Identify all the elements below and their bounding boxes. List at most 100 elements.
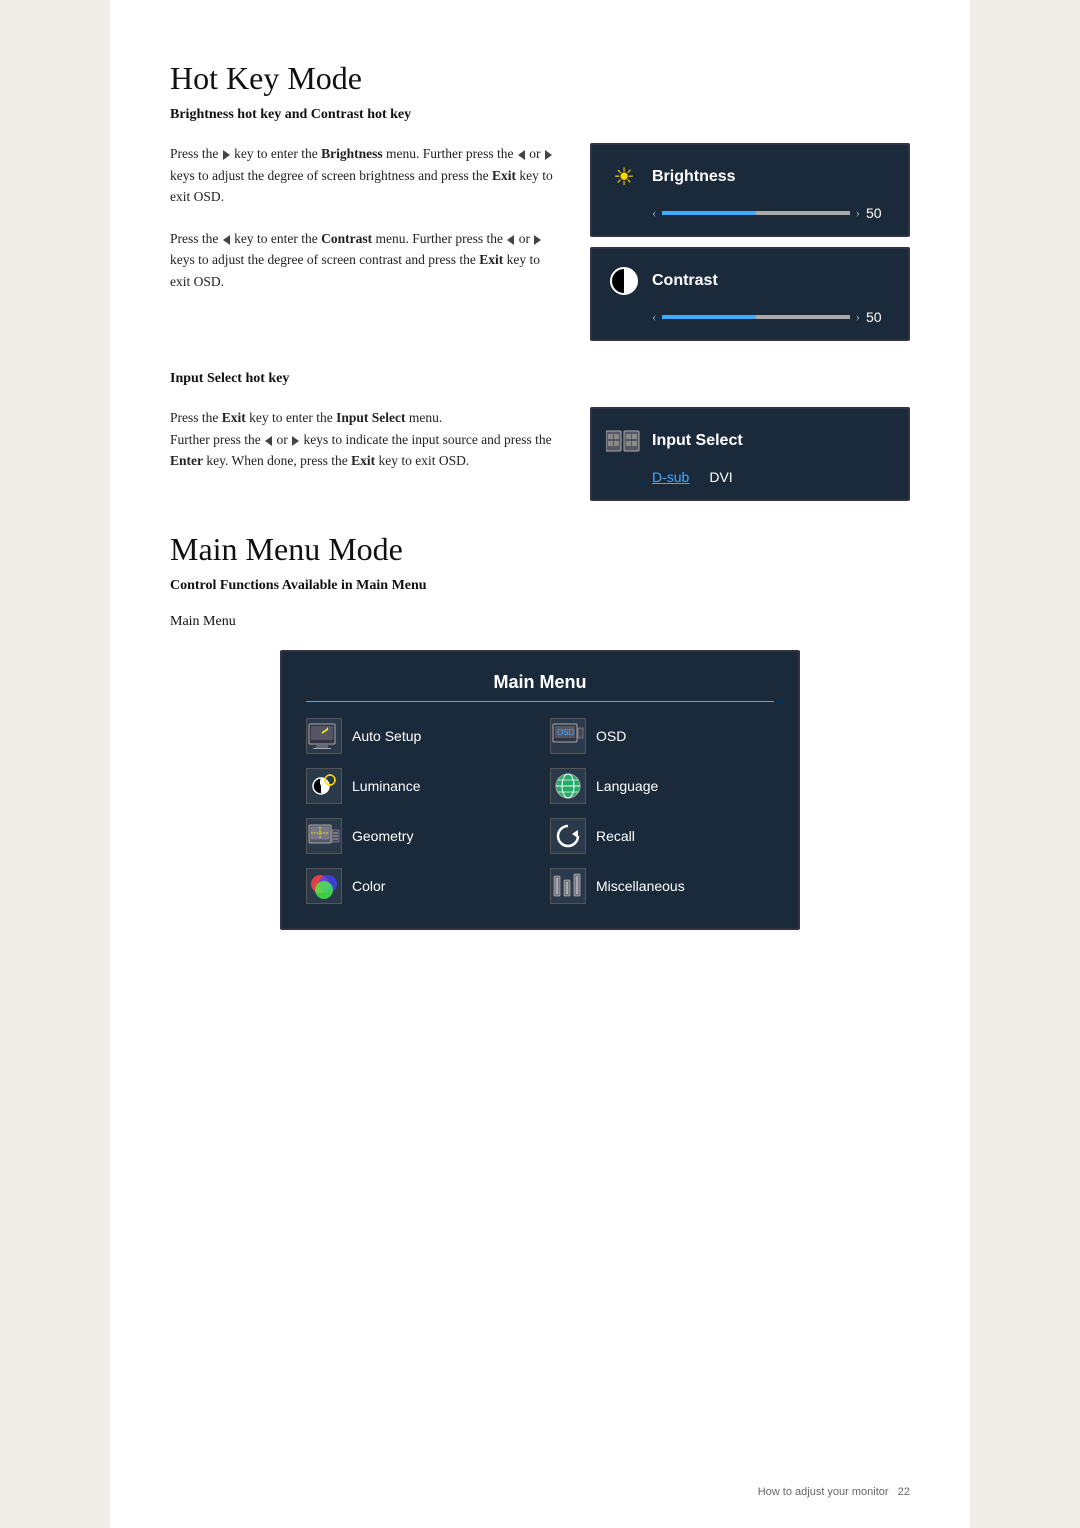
brightness-icon: ☀ bbox=[606, 159, 642, 195]
input-select-osd-header: Input Select bbox=[606, 423, 890, 459]
recall-icon bbox=[550, 818, 586, 854]
menu-item-misc: Miscellaneous bbox=[550, 868, 774, 904]
brightness-paragraph: Press the key to enter the Brightness me… bbox=[170, 143, 560, 208]
contrast-slider-track bbox=[662, 315, 849, 319]
footer-page-number: 22 bbox=[898, 1486, 910, 1498]
enter-keyword: Enter bbox=[170, 453, 203, 468]
input-select-icon bbox=[606, 423, 642, 459]
contrast-osd-header: Contrast bbox=[606, 263, 890, 299]
left-arrow-icon4 bbox=[265, 436, 272, 446]
exit-keyword4: Exit bbox=[351, 453, 375, 468]
input-connector-icon bbox=[606, 427, 642, 455]
osd-right-arrow: › bbox=[856, 205, 860, 221]
misc-icon bbox=[550, 868, 586, 904]
brightness-keyword: Brightness bbox=[321, 146, 383, 161]
section1-subtitle: Brightness hot key and Contrast hot key bbox=[170, 107, 910, 123]
main-menu-osd: Main Menu Auto Setup bbox=[280, 650, 800, 930]
section1-title: Hot Key Mode bbox=[170, 60, 910, 97]
geometry-svg bbox=[308, 822, 340, 850]
auto-setup-svg bbox=[308, 722, 340, 750]
page-content: Hot Key Mode Brightness hot key and Cont… bbox=[110, 0, 970, 1528]
input-select-text: Press the Exit key to enter the Input Se… bbox=[170, 407, 560, 501]
brightness-contrast-osd: ☀ Brightness ‹ › 50 bbox=[590, 143, 910, 341]
osd-svg: OSD bbox=[552, 722, 584, 750]
exit-keyword2: Exit bbox=[479, 252, 503, 267]
sun-icon: ☀ bbox=[613, 163, 635, 192]
brightness-slider-track bbox=[662, 211, 849, 215]
menu-item-geometry: Geometry bbox=[306, 818, 530, 854]
contrast-osd-box: Contrast ‹ › 50 bbox=[590, 247, 910, 341]
contrast-slider-fill bbox=[662, 315, 756, 319]
luminance-svg bbox=[308, 772, 340, 800]
color-icon bbox=[306, 868, 342, 904]
contrast-icon bbox=[606, 263, 642, 299]
contrast-value: 50 bbox=[866, 309, 890, 325]
footer-text: How to adjust your monitor bbox=[758, 1486, 889, 1498]
brightness-value: 50 bbox=[866, 205, 890, 221]
main-menu-title: Main Menu bbox=[306, 672, 774, 702]
brightness-slider-fill bbox=[662, 211, 756, 215]
menu-item-color: Color bbox=[306, 868, 530, 904]
input-select-osd-col: Input Select D-sub DVI bbox=[590, 407, 910, 501]
contrast-keyword: Contrast bbox=[321, 231, 372, 246]
menu-label-color: Color bbox=[352, 878, 385, 894]
svg-text:OSD: OSD bbox=[557, 728, 575, 737]
brightness-slider-row: ‹ › 50 bbox=[606, 205, 890, 221]
osd-right-arrow2: › bbox=[856, 309, 860, 325]
right-arrow-icon2 bbox=[545, 150, 552, 160]
left-arrow-icon2 bbox=[223, 235, 230, 245]
misc-svg bbox=[552, 872, 584, 900]
contrast-osd-label: Contrast bbox=[652, 272, 718, 290]
input-select-osd-label: Input Select bbox=[652, 432, 743, 450]
menu-label-misc: Miscellaneous bbox=[596, 878, 685, 894]
menu-item-language: Language bbox=[550, 768, 774, 804]
luminance-icon bbox=[306, 768, 342, 804]
input-select-osd: Input Select D-sub DVI bbox=[590, 407, 910, 501]
page-footer: How to adjust your monitor 22 bbox=[758, 1486, 910, 1498]
section2-sub2: Main Menu bbox=[170, 614, 910, 630]
osd-menu-icon: OSD bbox=[550, 718, 586, 754]
menu-label-geometry: Geometry bbox=[352, 828, 413, 844]
contrast-half-circle-icon bbox=[610, 267, 638, 295]
menu-label-recall: Recall bbox=[596, 828, 635, 844]
brightness-osd-label: Brightness bbox=[652, 168, 736, 186]
brightness-contrast-row: Press the key to enter the Brightness me… bbox=[170, 143, 910, 341]
contrast-slider-row: ‹ › 50 bbox=[606, 309, 890, 325]
exit-keyword: Exit bbox=[492, 168, 516, 183]
left-arrow-icon3 bbox=[507, 235, 514, 245]
menu-label-luminance: Luminance bbox=[352, 778, 421, 794]
language-svg bbox=[552, 772, 584, 800]
brightness-osd-box: ☀ Brightness ‹ › 50 bbox=[590, 143, 910, 237]
auto-setup-icon bbox=[306, 718, 342, 754]
menu-item-osd: OSD OSD bbox=[550, 718, 774, 754]
input-select-keyword: Input Select bbox=[336, 410, 405, 425]
exit-keyword3: Exit bbox=[222, 410, 246, 425]
right-arrow-icon bbox=[223, 150, 230, 160]
osd-left-arrow: ‹ bbox=[652, 205, 656, 221]
main-menu-grid: Auto Setup OSD OSD bbox=[306, 718, 774, 904]
section2-title: Main Menu Mode bbox=[170, 531, 910, 568]
menu-item-auto-setup: Auto Setup bbox=[306, 718, 530, 754]
menu-item-recall: Recall bbox=[550, 818, 774, 854]
recall-svg bbox=[552, 822, 584, 850]
menu-label-osd: OSD bbox=[596, 728, 626, 744]
brightness-osd-header: ☀ Brightness bbox=[606, 159, 890, 195]
menu-label-language: Language bbox=[596, 778, 658, 794]
input-option-dvi: DVI bbox=[709, 469, 732, 485]
input-option-dsub: D-sub bbox=[652, 469, 689, 485]
section2-subtitle: Control Functions Available in Main Menu bbox=[170, 578, 910, 594]
input-select-title: Input Select hot key bbox=[170, 371, 910, 387]
input-select-row: Press the Exit key to enter the Input Se… bbox=[170, 407, 910, 501]
geometry-icon bbox=[306, 818, 342, 854]
input-select-section: Input Select hot key bbox=[170, 371, 910, 387]
menu-label-auto-setup: Auto Setup bbox=[352, 728, 421, 744]
input-paragraph: Press the Exit key to enter the Input Se… bbox=[170, 407, 560, 472]
menu-item-luminance: Luminance bbox=[306, 768, 530, 804]
right-arrow-icon4 bbox=[292, 436, 299, 446]
input-options: D-sub DVI bbox=[606, 469, 890, 485]
left-arrow-icon bbox=[518, 150, 525, 160]
language-icon bbox=[550, 768, 586, 804]
color-svg bbox=[308, 872, 340, 900]
right-arrow-icon3 bbox=[534, 235, 541, 245]
contrast-paragraph: Press the key to enter the Contrast menu… bbox=[170, 228, 560, 293]
